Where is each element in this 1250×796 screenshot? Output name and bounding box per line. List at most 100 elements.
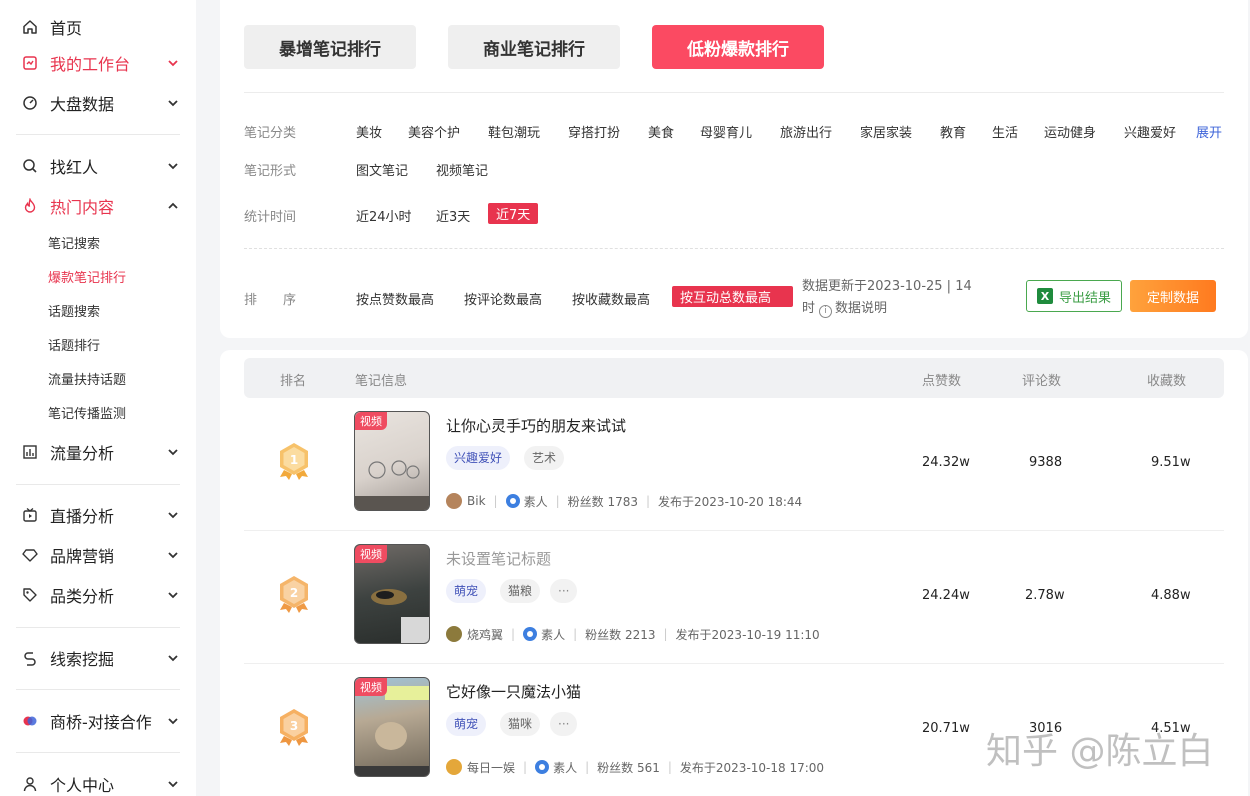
fan-count: 粉丝数 561 (597, 760, 660, 775)
sidebar-item-label: 我的工作台 (50, 55, 131, 74)
comments-count: 2.78w (1025, 588, 1065, 603)
note-tag[interactable]: 猫咪 (500, 712, 541, 736)
category-option[interactable]: 美妆 (356, 122, 382, 141)
expand-link[interactable]: 展开 (1196, 122, 1222, 141)
tab-low-fan-hits[interactable]: 低粉爆款排行 (652, 25, 824, 69)
sidebar-item-dashboard[interactable]: 大盘数据 (0, 88, 196, 118)
sidebar-item-live-analysis[interactable]: 直播分析 (0, 500, 196, 530)
note-tag[interactable]: 猫粮 (500, 579, 541, 603)
collects-count: 4.88w (1151, 588, 1191, 603)
dashed-divider (244, 248, 1224, 249)
table-row[interactable]: 1 视频 让你心灵手巧的朋友来试试 兴趣爱好 艺术 Bik | 素人 | 粉丝数… (244, 398, 1224, 531)
divider (244, 92, 1224, 93)
fan-count: 粉丝数 1783 (567, 494, 638, 509)
sidebar-item-label: 首页 (50, 19, 83, 38)
author-avatar[interactable] (446, 493, 462, 509)
sidebar-divider (16, 689, 180, 690)
info-icon[interactable]: i (819, 305, 833, 318)
author-name[interactable]: Bik (467, 494, 486, 508)
sidebar-item-hot-content[interactable]: 热门内容 (0, 191, 196, 221)
chevron-down-icon (168, 449, 178, 456)
sort-option[interactable]: 按收藏数最高 (572, 289, 650, 308)
category-option[interactable]: 兴趣爱好 (1124, 122, 1176, 141)
export-button[interactable]: X 导出结果 (1026, 280, 1122, 312)
author-role: 素人 (523, 494, 548, 509)
format-option[interactable]: 视频笔记 (436, 160, 488, 179)
format-option[interactable]: 图文笔记 (356, 160, 408, 179)
author-name[interactable]: 烧鸡翼 (467, 626, 503, 643)
time-option[interactable]: 近3天 (436, 206, 470, 225)
header-comments[interactable]: 评论数 (1022, 370, 1061, 389)
sub-item-note-search[interactable]: 笔记搜索 (48, 235, 100, 255)
filter-panel: 暴增笔记排行 商业笔记排行 低粉爆款排行 笔记分类 美妆 美容个护 鞋包潮玩 穿… (220, 0, 1248, 338)
note-title[interactable]: 未设置笔记标题 (446, 548, 551, 569)
sidebar-item-workbench[interactable]: 我的工作台 (0, 48, 196, 78)
header-likes[interactable]: 点赞数 (922, 370, 961, 389)
sort-label: 排 序 (244, 293, 297, 308)
category-option[interactable]: 美容个护 (408, 122, 460, 141)
sidebar-item-find-influencer[interactable]: 找红人 (0, 151, 196, 181)
data-info-link[interactable]: 数据说明 (835, 301, 887, 316)
note-thumbnail[interactable]: 视频 (354, 411, 430, 511)
category-option[interactable]: 穿搭打扮 (568, 122, 620, 141)
sort-option[interactable]: 按评论数最高 (464, 289, 542, 308)
tab-surge-notes[interactable]: 暴增笔记排行 (244, 25, 416, 69)
table-row[interactable]: 2 视频 未设置笔记标题 萌宠 猫粮 ··· 烧鸡翼 | 素人 | 粉丝数 22… (244, 531, 1224, 664)
note-tag[interactable]: 萌宠 (446, 579, 487, 603)
sub-item-hot-note-ranking[interactable]: 爆款笔记排行 (48, 269, 126, 289)
sidebar-item-label: 品牌营销 (50, 547, 115, 566)
note-tag[interactable]: 艺术 (524, 446, 565, 470)
time-label: 统计时间 (244, 210, 297, 225)
sidebar-item-lead-mining[interactable]: 线索挖掘 (0, 643, 196, 673)
time-option[interactable]: 近24小时 (356, 206, 412, 225)
sort-option[interactable]: 按点赞数最高 (356, 289, 434, 308)
header-collects[interactable]: 收藏数 (1147, 370, 1186, 389)
category-option[interactable]: 家居家装 (860, 122, 912, 141)
category-option[interactable]: 生活 (992, 122, 1018, 141)
sub-item-note-monitor[interactable]: 笔记传播监测 (48, 405, 126, 425)
sidebar-item-category-analysis[interactable]: 品类分析 (0, 580, 196, 610)
category-option[interactable]: 母婴育儿 (700, 122, 752, 141)
rank-medal-icon: 1 (280, 443, 308, 480)
category-option[interactable]: 鞋包潮玩 (488, 122, 540, 141)
sidebar-item-business-bridge[interactable]: 商桥-对接合作 (0, 706, 196, 736)
note-thumbnail[interactable]: 视频 (354, 544, 430, 644)
author-name[interactable]: 每日一娱 (467, 759, 515, 776)
sidebar-divider (16, 484, 180, 485)
category-option[interactable]: 教育 (940, 122, 966, 141)
author-avatar[interactable] (446, 759, 462, 775)
note-tag[interactable]: 萌宠 (446, 712, 487, 736)
more-tags-button[interactable]: ··· (550, 579, 578, 603)
note-thumbnail[interactable]: 视频 (354, 677, 430, 777)
workbench-icon (22, 55, 38, 71)
tab-commercial-notes[interactable]: 商业笔记排行 (448, 25, 620, 69)
time-option-selected[interactable]: 近7天 (488, 203, 539, 224)
sidebar-item-home[interactable]: 首页 (0, 12, 196, 42)
author-avatar[interactable] (446, 626, 462, 642)
header-rank: 排名 (280, 374, 307, 389)
sidebar-item-label: 品类分析 (50, 587, 115, 606)
user-role-icon (535, 760, 550, 774)
sidebar-item-brand-marketing[interactable]: 品牌营销 (0, 540, 196, 570)
user-role-icon (523, 627, 538, 641)
category-option[interactable]: 旅游出行 (780, 122, 832, 141)
custom-data-button[interactable]: 定制数据 (1130, 280, 1216, 312)
author-role: 素人 (541, 627, 566, 642)
note-tag[interactable]: 兴趣爱好 (446, 446, 511, 470)
sub-item-traffic-topics[interactable]: 流量扶持话题 (48, 371, 126, 391)
more-tags-button[interactable]: ··· (550, 712, 578, 736)
note-title[interactable]: 让你心灵手巧的朋友来试试 (446, 415, 626, 436)
table-row[interactable]: 3 视频 它好像一只魔法小猫 萌宠 猫咪 ··· 每日一娱 | 素人 | 粉丝数… (244, 664, 1224, 796)
sidebar-item-personal-center[interactable]: 个人中心 (0, 769, 196, 796)
note-title[interactable]: 它好像一只魔法小猫 (446, 681, 581, 702)
rank-number: 3 (290, 719, 298, 733)
sub-item-topic-search[interactable]: 话题搜索 (48, 303, 100, 323)
category-option[interactable]: 美食 (648, 122, 674, 141)
collects-count: 9.51w (1151, 455, 1191, 470)
table-header: 排名 笔记信息 点赞数 评论数 收藏数 (244, 358, 1224, 398)
sidebar-item-traffic-analysis[interactable]: 流量分析 (0, 437, 196, 467)
sub-item-topic-ranking[interactable]: 话题排行 (48, 337, 100, 357)
category-option[interactable]: 运动健身 (1044, 122, 1096, 141)
sort-option-selected[interactable]: 按互动总数最高 (672, 286, 793, 307)
chevron-down-icon (168, 718, 178, 725)
